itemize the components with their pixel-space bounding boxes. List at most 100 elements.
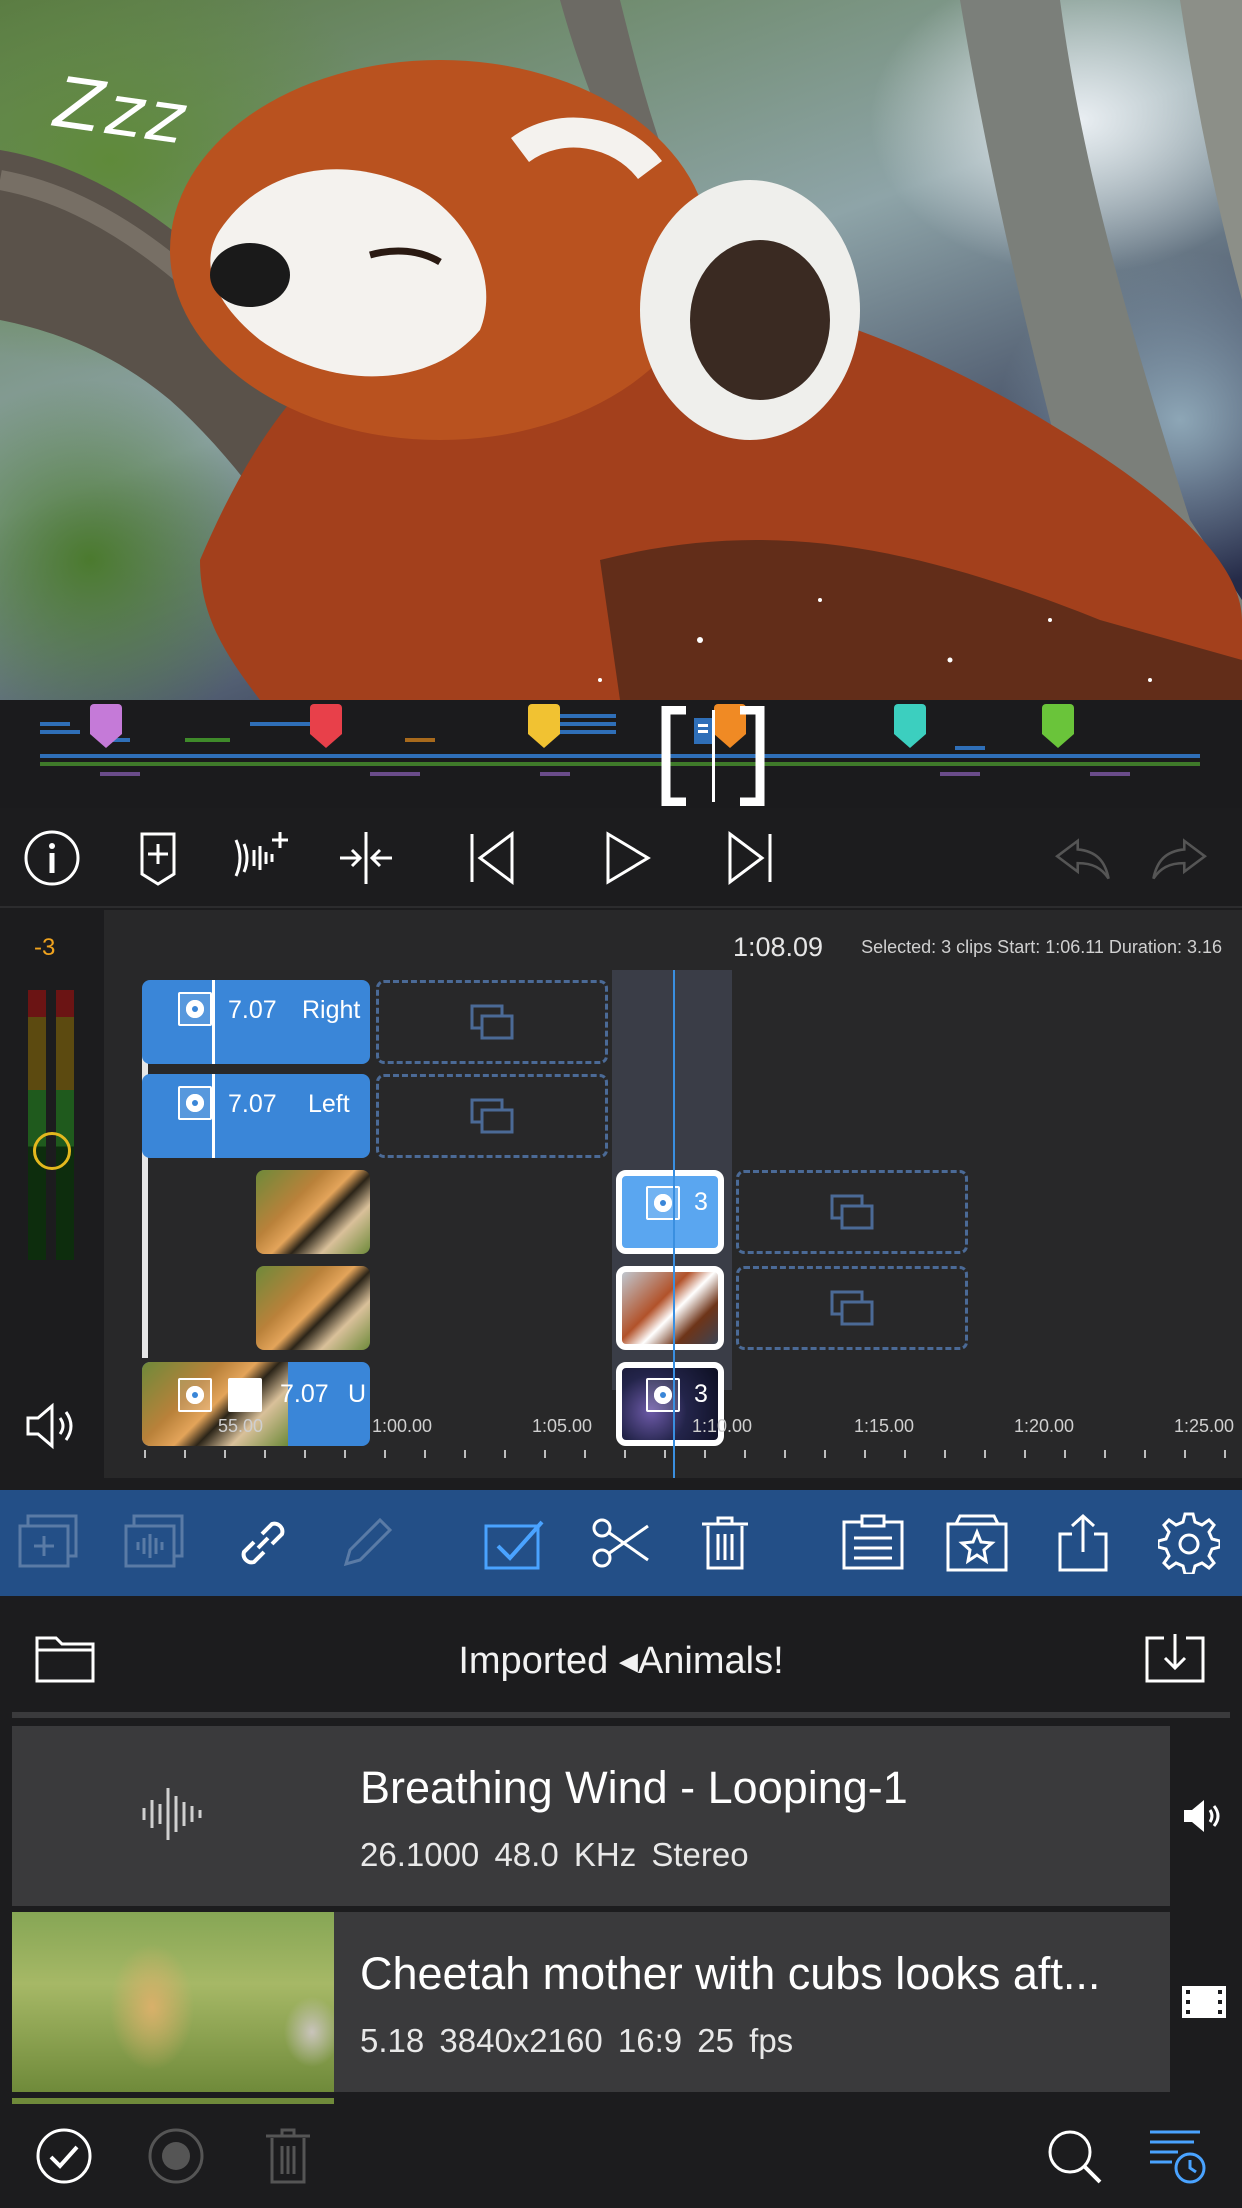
overview-marker[interactable] [310,704,342,748]
overview-marker[interactable] [528,704,560,748]
overview-clip-bar [560,722,616,726]
ruler-tick [1064,1450,1066,1458]
browser-divider [12,1712,1230,1718]
ruler-label: 1:25.00 [1174,1416,1235,1436]
ruler-tick [464,1450,466,1458]
redo-icon[interactable] [1150,828,1210,888]
link-icon[interactable] [232,1512,294,1574]
clip-name: Left [308,1090,350,1118]
selection-info: Selected: 3 clips Start: 1:06.11 Duratio… [861,937,1222,957]
browser-bottom-bar [0,2104,1242,2208]
ruler-tick [224,1450,226,1458]
playhead[interactable] [673,970,675,1478]
playback-toolbar [0,808,1242,908]
ruler-tick [944,1450,946,1458]
overview-clip-bar [540,772,570,776]
select-icon[interactable] [482,1512,544,1574]
pencil-icon[interactable] [336,1512,398,1574]
ruler-tick [304,1450,306,1458]
import-icon[interactable] [1144,1632,1206,1684]
timeline-tracks[interactable]: 1:08.09 Selected: 3 clips Start: 1:06.11… [104,910,1242,1478]
selected-panda-clip[interactable] [616,1266,724,1350]
record-icon[interactable] [146,2126,206,2186]
ruler-tick [624,1450,626,1458]
ruler-tick [504,1450,506,1458]
ruler-label: 1:15.00 [854,1416,915,1436]
media-meta: 26.1000 48.0 KHz Stereo [360,1836,749,1873]
add-track-icon[interactable] [18,1512,80,1574]
ruler-tick [664,1450,666,1458]
overview-clip-bar [560,714,616,718]
media-meta: 5.18 3840x2160 16:9 25 fps [360,2022,794,2059]
film-placeholder-icon [830,1290,874,1326]
add-marker-icon[interactable] [128,828,188,888]
speaker-volume-icon[interactable] [24,1400,80,1452]
overview-visible-range-bracket[interactable] [660,706,766,806]
project-overview-strip[interactable] [0,700,1242,808]
waveform-icon [142,1788,202,1840]
ruler-tick [1144,1450,1146,1458]
undo-icon[interactable] [1052,828,1112,888]
ruler-label: 55.00 [218,1416,264,1436]
empty-clip-slot[interactable] [736,1266,968,1350]
checkmark-icon[interactable] [34,2126,94,2186]
scissors-icon[interactable] [590,1512,652,1574]
clip-duration: 7.07 [280,1380,329,1408]
ruler-tick [544,1450,546,1458]
media-browser-header: Imported ◂Animals! [0,1596,1242,1714]
clip-name: Right [302,996,361,1024]
media-item-cheetah[interactable]: Cheetah mother with cubs looks aft... 5.… [12,1912,1170,2092]
ruler-tick [424,1450,426,1458]
ruler-tick [904,1450,906,1458]
ruler-tick [1104,1450,1106,1458]
media-title: Breathing Wind - Looping-1 [360,1762,908,1813]
clip-duration: 7.07 [228,996,277,1024]
favorites-icon[interactable] [946,1512,1008,1574]
audio-clip-icon [178,992,212,1026]
ruler-tick [264,1450,266,1458]
tiger-video-clip[interactable] [256,1266,370,1350]
media-item-breathing-wind[interactable]: Breathing Wind - Looping-1 26.1000 48.0 … [12,1726,1170,1906]
overview-marker[interactable] [90,704,122,748]
selected-clip[interactable]: 3 [616,1170,724,1254]
overview-track-line [40,762,1200,766]
add-audio-track-icon[interactable] [124,1512,186,1574]
video-preview[interactable]: Zzz [0,0,1242,700]
empty-clip-slot[interactable] [376,980,608,1064]
overview-marker[interactable] [894,704,926,748]
cheetah-thumbnail [12,1912,334,2092]
overview-track-line [40,754,1200,758]
settings-icon[interactable] [1158,1512,1220,1574]
empty-clip-slot[interactable] [376,1074,608,1158]
ruler-label: 1:10.00 [692,1416,753,1436]
share-icon[interactable] [1052,1512,1114,1574]
ruler-label: 1:05.00 [532,1416,593,1436]
media-type-column [1172,1726,1242,1906]
history-icon[interactable] [1148,2126,1208,2186]
info-icon[interactable] [22,828,82,888]
clipboard-icon[interactable] [842,1512,904,1574]
clip-left[interactable]: 7.07 Left [142,1074,370,1158]
trash-icon[interactable] [694,1512,756,1574]
film-placeholder-icon [830,1194,874,1230]
time-ruler[interactable]: 55.00 1:00.00 1:05.00 1:10.00 1:15.00 1:… [104,1410,1242,1478]
tiger-video-clip[interactable] [256,1170,370,1254]
clip-right[interactable]: 7.07 Right [142,980,370,1064]
ruler-tick [184,1450,186,1458]
trash-icon[interactable] [258,2126,318,2186]
overview-clip-bar [40,722,70,726]
empty-clip-slot[interactable] [736,1170,968,1254]
skip-end-icon[interactable] [720,828,780,888]
play-icon[interactable] [596,828,656,888]
voiceover-icon[interactable] [230,828,290,888]
split-icon[interactable] [336,828,396,888]
audio-clip-icon [178,1086,212,1120]
overview-marker[interactable] [1042,704,1074,748]
search-icon[interactable] [1044,2126,1104,2186]
clip-marker-line [212,1074,215,1158]
skip-start-icon[interactable] [462,828,522,888]
volume-knob[interactable] [33,1132,71,1170]
ruler-tick [344,1450,346,1458]
audio-level-meter[interactable]: -3 [0,910,104,1490]
browser-path[interactable]: Imported ◂Animals! [0,1638,1242,1683]
